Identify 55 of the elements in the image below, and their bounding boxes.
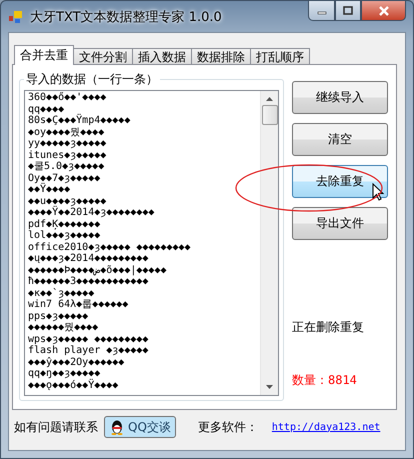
list-item[interactable]: pps◆ȝ◆◆◆◆◆ bbox=[28, 310, 257, 322]
list-item[interactable]: ◆◆◆◆Ÿ◆◆2014◆ȝ◆◆◆◆◆◆◆◆ bbox=[28, 207, 257, 218]
list-item[interactable]: qq◆◆◆◆ bbox=[28, 104, 257, 115]
maximize-button[interactable] bbox=[335, 1, 361, 21]
penguin-icon bbox=[109, 419, 125, 435]
list-item[interactable]: flash player ◆ȝ◆◆◆◆◆ bbox=[28, 345, 257, 356]
more-software-label: 更多软件： bbox=[198, 418, 258, 436]
list-item[interactable]: ◆◆u◆◆◆◆ȝ◆◆◆◆◆ bbox=[28, 196, 257, 207]
website-link[interactable]: http://daya123.net bbox=[272, 422, 380, 432]
list-item[interactable]: win7 64λ◆룹◆◆◆◆◆◆ bbox=[28, 299, 257, 310]
tab[interactable]: 文件分割 bbox=[73, 48, 133, 65]
list-item[interactable]: itunes◆ȝ◆◆◆◆◆ bbox=[28, 150, 257, 161]
list-item[interactable]: ◆쿨5.0◆ȝ◆◆◆◆◆ bbox=[28, 161, 257, 172]
list-item[interactable]: pdf◆Ķ◆◆◆◆◆◆◆ bbox=[28, 218, 257, 230]
action-button[interactable]: 继续导入 bbox=[292, 81, 388, 114]
close-button[interactable] bbox=[361, 1, 406, 21]
list-item[interactable]: yy◆◆◆◆◆ȝ◆◆◆◆◆ bbox=[28, 138, 257, 150]
list-item[interactable]: ◆◆Ÿ◆◆◆◆ bbox=[28, 184, 257, 196]
list-item[interactable]: 80s◆Ç◆◆◆Ÿmp4◆◆◆◆◆ bbox=[28, 115, 257, 126]
tab[interactable]: 打乱顺序 bbox=[250, 48, 310, 65]
list-item[interactable]: ħ◆◆◆◆◆◆3◆◆◆◆◆◆◆◆◆◆◆◆ bbox=[28, 276, 257, 288]
count-text: 数量：8814 bbox=[292, 372, 358, 389]
list-item[interactable]: qq◆ŋ◆◆ȝ◆◆◆◆◆ bbox=[28, 368, 257, 380]
scrollbar[interactable] bbox=[260, 91, 278, 395]
list-item[interactable]: ◆◆◆ŷ◆◆◆2Oy◆◆◆◆◆◆ bbox=[28, 356, 257, 368]
app-icon bbox=[8, 10, 24, 24]
close-icon bbox=[378, 6, 390, 16]
list-item[interactable]: lol◆◆◆ȝ◆◆◆◆◆ bbox=[28, 230, 257, 242]
scroll-up-icon[interactable] bbox=[265, 95, 274, 103]
tab[interactable]: 合并去重 bbox=[14, 45, 74, 65]
tab[interactable]: 插入数据 bbox=[132, 48, 192, 65]
action-button[interactable]: 去除重复 bbox=[292, 165, 388, 198]
list-item[interactable]: ◆ų◆◆◆ȝ◆2014◆◆◆◆◆◆◆◆◆ bbox=[28, 253, 257, 264]
window-title: 大牙TXT文本数据整理专家 1.0.0 bbox=[30, 8, 222, 26]
list-item[interactable]: Oy◆◆7◆ȝ◆◆◆◆◆ bbox=[28, 172, 257, 184]
qq-chat-button[interactable]: QQ交谈 bbox=[104, 416, 176, 438]
minimize-button[interactable] bbox=[308, 1, 335, 21]
list-item[interactable]: ◆◆◆ǫ◆◆◆ó◆◆Ÿ◆◆◆◆ bbox=[28, 380, 257, 391]
cursor-icon bbox=[372, 183, 384, 201]
list-item[interactable]: ◆ĸ◆◆`ȝ◆◆◆◆◆ bbox=[28, 288, 257, 299]
list-item[interactable]: ◆◆◆◆◆◆뭤◆◆◆◆ bbox=[28, 322, 257, 334]
action-button[interactable]: 导出文件 bbox=[292, 207, 388, 240]
list-item[interactable]: ◆oy◆◆◆◆뭤◆◆◆◆ bbox=[28, 126, 257, 138]
list-item[interactable]: wps◆ȝ◆◆◆◆◆ ◆◆◆◆◆◆◆◆◆ bbox=[28, 334, 257, 345]
group-title: 导入的数据（一行一条） bbox=[25, 71, 159, 88]
action-button[interactable]: 清空 bbox=[292, 123, 388, 156]
maximize-icon bbox=[343, 6, 353, 16]
status-text: 正在删除重复 bbox=[292, 319, 365, 336]
list-item[interactable]: ◆◆◆◆◆◆Þ◆◆◆◆ض◆õ◆◆◆|◆◆◆◆◆ bbox=[28, 264, 257, 276]
scroll-thumb[interactable] bbox=[262, 105, 278, 125]
tab[interactable]: 数据排除 bbox=[191, 48, 251, 65]
list-item[interactable]: 360◆◆ő◆◆'◆◆◆◆ bbox=[28, 92, 257, 104]
list-item[interactable]: office2010◆ȝ◆◆◆◆◆ ◆◆◆◆◆◆◆◆◆ bbox=[28, 242, 257, 253]
contact-text: 如有问题请联系 bbox=[14, 418, 98, 436]
scroll-down-icon[interactable] bbox=[265, 383, 274, 391]
